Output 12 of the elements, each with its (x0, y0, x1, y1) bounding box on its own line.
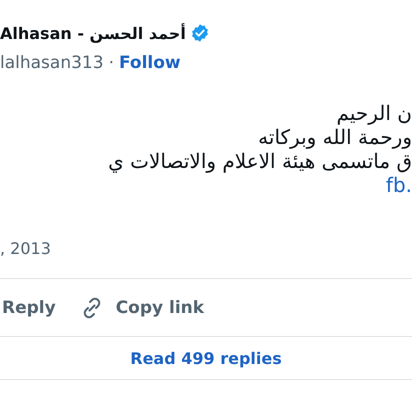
read-replies-link[interactable]: Read 499 replies (130, 349, 282, 368)
tweet-date[interactable]: , 2013 (0, 197, 51, 258)
author-handle: lalhasan313 (0, 53, 104, 73)
tweet-text-line: ن الرحيم (336, 101, 412, 125)
tweet-text-line: ورحمة الله وبركاته (258, 125, 412, 149)
reply-button[interactable]: Reply (2, 298, 56, 318)
tweet-text-line: ق ماتسمى هيئة الاعلام والاتصالات ي (108, 149, 412, 173)
follow-link[interactable]: Follow (118, 53, 181, 73)
tweet-link[interactable]: fb. (386, 173, 412, 197)
separator: · (108, 53, 114, 73)
copy-link-button[interactable]: Copy link (80, 296, 204, 320)
author-name[interactable]: Alhasan - أحمد الحسن (0, 24, 186, 42)
